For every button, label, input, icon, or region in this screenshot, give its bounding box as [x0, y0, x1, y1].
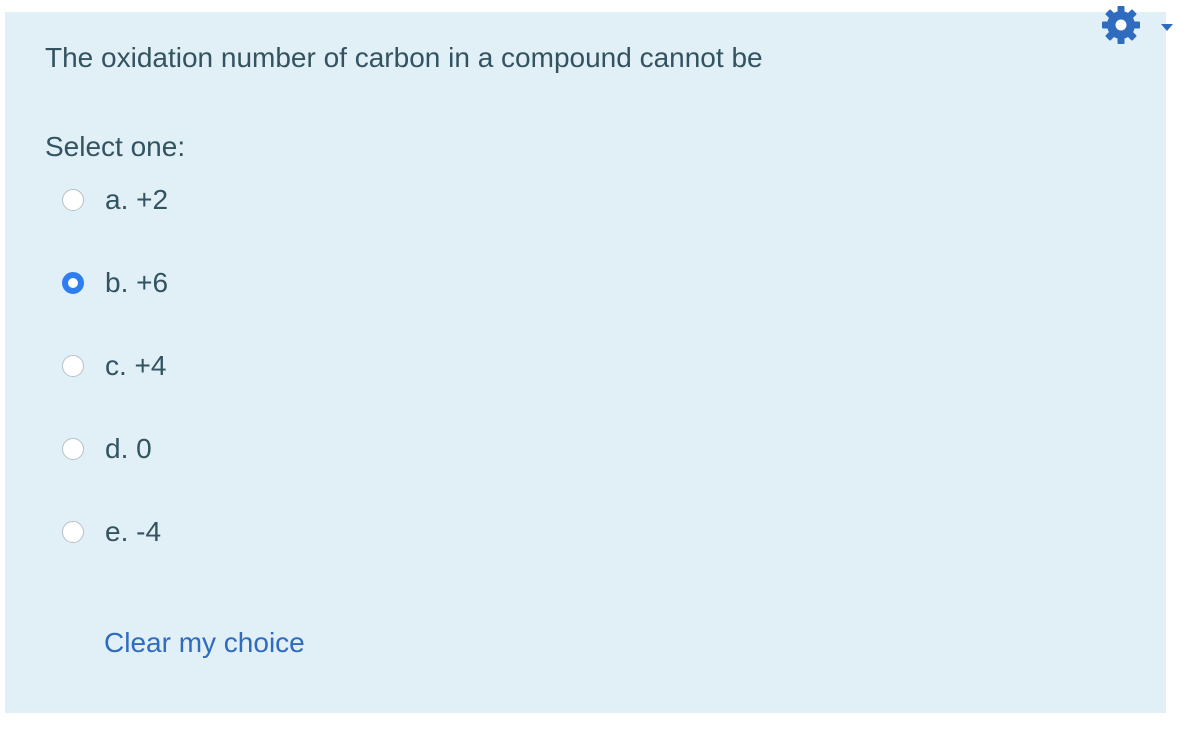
clear-my-choice-link[interactable]: Clear my choice [104, 627, 305, 659]
radio-option-d[interactable] [62, 438, 84, 460]
settings-menu-button[interactable] [1100, 4, 1180, 46]
question-panel: The oxidation number of carbon in a comp… [5, 12, 1166, 713]
option-b[interactable]: b. +6 [62, 267, 169, 298]
gear-icon [1102, 6, 1140, 44]
radio-option-e[interactable] [62, 521, 84, 543]
option-d[interactable]: d. 0 [62, 433, 152, 464]
option-e-label: e. -4 [105, 516, 162, 547]
select-one-prompt: Select one: [45, 131, 186, 162]
option-a-label: a. +2 [105, 184, 169, 215]
option-e[interactable]: e. -4 [62, 516, 162, 547]
option-c[interactable]: c. +4 [62, 350, 167, 381]
question-text: The oxidation number of carbon in a comp… [45, 42, 763, 73]
option-d-label: d. 0 [105, 433, 152, 464]
radio-option-b[interactable] [62, 272, 84, 294]
radio-option-c[interactable] [62, 355, 84, 377]
caret-down-icon [1161, 24, 1173, 31]
option-b-label: b. +6 [105, 267, 169, 298]
option-c-label: c. +4 [105, 350, 167, 381]
option-a[interactable]: a. +2 [62, 184, 169, 215]
radio-option-a[interactable] [62, 189, 84, 211]
